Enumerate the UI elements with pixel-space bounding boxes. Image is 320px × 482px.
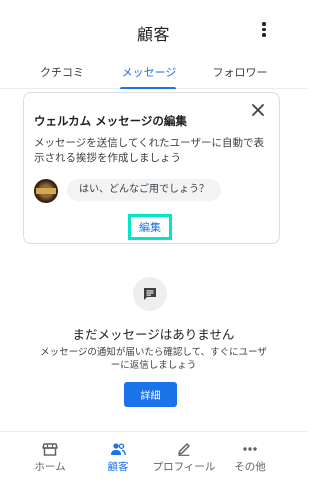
nav-label-customers: 顧客 xyxy=(107,461,129,473)
empty-state-description: メッセージの通知が届いたら確認して、すぐにユーザーに返信しましょう xyxy=(40,347,267,371)
tab-messages[interactable]: メッセージ xyxy=(118,64,180,80)
close-icon[interactable] xyxy=(250,102,266,118)
more-vert-icon[interactable] xyxy=(258,22,270,40)
more-horiz-icon xyxy=(243,447,257,451)
tab-followers[interactable]: フォロワー xyxy=(208,64,272,80)
app-header: 顧客 xyxy=(0,0,307,54)
business-avatar xyxy=(34,179,58,203)
empty-state-title: まだメッセージはありません xyxy=(72,327,235,342)
active-tab-indicator xyxy=(120,87,176,89)
nav-more[interactable]: その他 xyxy=(212,432,288,482)
edit-welcome-button[interactable]: 編集 xyxy=(128,214,172,240)
details-button[interactable]: 詳細 xyxy=(124,382,177,407)
people-icon xyxy=(111,443,126,456)
tab-reviews[interactable]: クチコミ xyxy=(33,64,91,80)
welcome-message-card: ウェルカム メッセージの編集 メッセージを送信してくれたユーザーに自動で表示され… xyxy=(23,92,280,244)
edit-pencil-icon xyxy=(178,443,190,456)
tab-bar: クチコミ メッセージ フォロワー xyxy=(0,54,307,89)
chat-icon xyxy=(133,277,167,311)
nav-customers[interactable]: 顧客 xyxy=(80,432,156,482)
store-icon xyxy=(42,443,58,456)
nav-profile[interactable]: プロフィール xyxy=(146,432,222,482)
nav-label-more: その他 xyxy=(234,461,266,473)
bottom-navigation: ホーム 顧客 プロフィール その他 xyxy=(0,431,307,482)
sample-message-bubble: はい、どんなご用でしょう？ xyxy=(67,179,221,201)
nav-label-profile: プロフィール xyxy=(152,461,216,473)
card-description: メッセージを送信してくれたユーザーに自動で表示される挨拶を作成しましょう xyxy=(34,137,264,164)
card-title: ウェルカム メッセージの編集 xyxy=(34,114,187,128)
nav-label-home: ホーム xyxy=(34,461,66,473)
nav-home[interactable]: ホーム xyxy=(12,432,88,482)
